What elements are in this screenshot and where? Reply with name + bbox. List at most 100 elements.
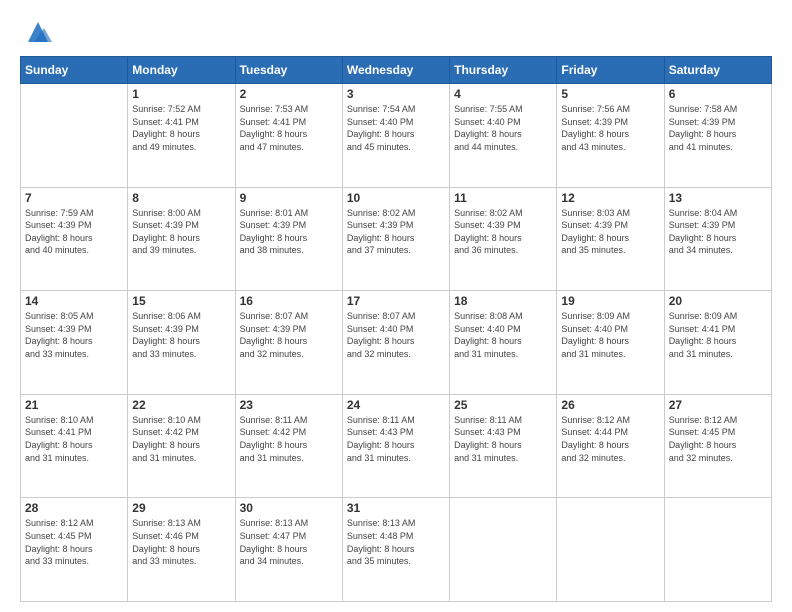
weekday-header-monday: Monday (128, 57, 235, 84)
day-info: Sunrise: 8:08 AM Sunset: 4:40 PM Dayligh… (454, 310, 552, 360)
day-number: 12 (561, 191, 659, 205)
day-number: 6 (669, 87, 767, 101)
calendar-table: SundayMondayTuesdayWednesdayThursdayFrid… (20, 56, 772, 602)
weekday-header-row: SundayMondayTuesdayWednesdayThursdayFrid… (21, 57, 772, 84)
day-cell: 26Sunrise: 8:12 AM Sunset: 4:44 PM Dayli… (557, 394, 664, 498)
day-number: 21 (25, 398, 123, 412)
day-number: 8 (132, 191, 230, 205)
day-info: Sunrise: 8:09 AM Sunset: 4:41 PM Dayligh… (669, 310, 767, 360)
day-number: 5 (561, 87, 659, 101)
day-number: 10 (347, 191, 445, 205)
day-number: 24 (347, 398, 445, 412)
day-info: Sunrise: 8:12 AM Sunset: 4:45 PM Dayligh… (25, 517, 123, 567)
day-cell: 19Sunrise: 8:09 AM Sunset: 4:40 PM Dayli… (557, 291, 664, 395)
day-cell: 9 Sunrise: 8:01 AM Sunset: 4:39 PM Daylig… (235, 187, 342, 291)
day-info: Sunrise: 8:07 AM Sunset: 4:39 PM Dayligh… (240, 310, 338, 360)
day-cell: 31 Sunrise: 8:13 AM Sunset: 4:48 PM Dayli… (342, 498, 449, 602)
day-info: Sunrise: 8:13 AM Sunset: 4:47 PM Dayligh… (240, 517, 338, 567)
header (20, 18, 772, 46)
day-cell: 22 Sunrise: 8:10 AM Sunset: 4:42 PM Dayli… (128, 394, 235, 498)
day-info: Sunrise: 7:58 AM Sunset: 4:39 PM Dayligh… (669, 103, 767, 153)
day-cell (21, 84, 128, 188)
day-number: 16 (240, 294, 338, 308)
day-info: Sunrise: 7:54 AM Sunset: 4:40 PM Dayligh… (347, 103, 445, 153)
day-cell: 5 Sunrise: 7:56 AM Sunset: 4:39 PM Daylig… (557, 84, 664, 188)
day-cell: 3 Sunrise: 7:54 AM Sunset: 4:40 PM Daylig… (342, 84, 449, 188)
day-cell: 2Sunrise: 7:53 AM Sunset: 4:41 PM Daylig… (235, 84, 342, 188)
day-info: Sunrise: 7:59 AM Sunset: 4:39 PM Dayligh… (25, 207, 123, 257)
day-number: 28 (25, 501, 123, 515)
day-cell: 29Sunrise: 8:13 AM Sunset: 4:46 PM Dayli… (128, 498, 235, 602)
week-row-4: 21 Sunrise: 8:10 AM Sunset: 4:41 PM Dayli… (21, 394, 772, 498)
day-info: Sunrise: 7:55 AM Sunset: 4:40 PM Dayligh… (454, 103, 552, 153)
day-number: 15 (132, 294, 230, 308)
day-info: Sunrise: 8:12 AM Sunset: 4:45 PM Dayligh… (669, 414, 767, 464)
day-number: 9 (240, 191, 338, 205)
day-cell (557, 498, 664, 602)
day-info: Sunrise: 7:56 AM Sunset: 4:39 PM Dayligh… (561, 103, 659, 153)
weekday-header-friday: Friday (557, 57, 664, 84)
day-info: Sunrise: 8:05 AM Sunset: 4:39 PM Dayligh… (25, 310, 123, 360)
day-cell: 1Sunrise: 7:52 AM Sunset: 4:41 PM Daylig… (128, 84, 235, 188)
day-cell: 12Sunrise: 8:03 AM Sunset: 4:39 PM Dayli… (557, 187, 664, 291)
day-number: 3 (347, 87, 445, 101)
weekday-header-saturday: Saturday (664, 57, 771, 84)
day-number: 1 (132, 87, 230, 101)
day-info: Sunrise: 8:06 AM Sunset: 4:39 PM Dayligh… (132, 310, 230, 360)
day-number: 14 (25, 294, 123, 308)
weekday-header-thursday: Thursday (450, 57, 557, 84)
week-row-2: 7Sunrise: 7:59 AM Sunset: 4:39 PM Daylig… (21, 187, 772, 291)
page: SundayMondayTuesdayWednesdayThursdayFrid… (0, 0, 792, 612)
day-info: Sunrise: 8:07 AM Sunset: 4:40 PM Dayligh… (347, 310, 445, 360)
day-info: Sunrise: 7:53 AM Sunset: 4:41 PM Dayligh… (240, 103, 338, 153)
day-number: 22 (132, 398, 230, 412)
day-cell: 25Sunrise: 8:11 AM Sunset: 4:43 PM Dayli… (450, 394, 557, 498)
day-info: Sunrise: 8:13 AM Sunset: 4:48 PM Dayligh… (347, 517, 445, 567)
day-number: 18 (454, 294, 552, 308)
logo-icon (24, 18, 52, 46)
week-row-5: 28 Sunrise: 8:12 AM Sunset: 4:45 PM Dayli… (21, 498, 772, 602)
day-number: 29 (132, 501, 230, 515)
day-number: 11 (454, 191, 552, 205)
day-info: Sunrise: 8:02 AM Sunset: 4:39 PM Dayligh… (454, 207, 552, 257)
day-number: 26 (561, 398, 659, 412)
day-cell: 6 Sunrise: 7:58 AM Sunset: 4:39 PM Daylig… (664, 84, 771, 188)
day-cell (664, 498, 771, 602)
day-number: 31 (347, 501, 445, 515)
day-cell: 24 Sunrise: 8:11 AM Sunset: 4:43 PM Dayli… (342, 394, 449, 498)
day-info: Sunrise: 8:09 AM Sunset: 4:40 PM Dayligh… (561, 310, 659, 360)
day-cell: 23Sunrise: 8:11 AM Sunset: 4:42 PM Dayli… (235, 394, 342, 498)
day-number: 4 (454, 87, 552, 101)
day-cell: 8 Sunrise: 8:00 AM Sunset: 4:39 PM Daylig… (128, 187, 235, 291)
day-number: 17 (347, 294, 445, 308)
day-cell: 20 Sunrise: 8:09 AM Sunset: 4:41 PM Dayli… (664, 291, 771, 395)
day-info: Sunrise: 8:01 AM Sunset: 4:39 PM Dayligh… (240, 207, 338, 257)
day-cell (450, 498, 557, 602)
day-cell: 13Sunrise: 8:04 AM Sunset: 4:39 PM Dayli… (664, 187, 771, 291)
weekday-header-wednesday: Wednesday (342, 57, 449, 84)
day-cell: 4 Sunrise: 7:55 AM Sunset: 4:40 PM Daylig… (450, 84, 557, 188)
day-cell: 10 Sunrise: 8:02 AM Sunset: 4:39 PM Dayli… (342, 187, 449, 291)
day-info: Sunrise: 8:10 AM Sunset: 4:41 PM Dayligh… (25, 414, 123, 464)
day-cell: 7Sunrise: 7:59 AM Sunset: 4:39 PM Daylig… (21, 187, 128, 291)
day-cell: 15 Sunrise: 8:06 AM Sunset: 4:39 PM Dayli… (128, 291, 235, 395)
day-info: Sunrise: 8:11 AM Sunset: 4:43 PM Dayligh… (347, 414, 445, 464)
logo (20, 18, 52, 46)
day-cell: 16 Sunrise: 8:07 AM Sunset: 4:39 PM Dayli… (235, 291, 342, 395)
day-info: Sunrise: 8:00 AM Sunset: 4:39 PM Dayligh… (132, 207, 230, 257)
day-cell: 21 Sunrise: 8:10 AM Sunset: 4:41 PM Dayli… (21, 394, 128, 498)
weekday-header-tuesday: Tuesday (235, 57, 342, 84)
day-number: 20 (669, 294, 767, 308)
week-row-3: 14 Sunrise: 8:05 AM Sunset: 4:39 PM Dayli… (21, 291, 772, 395)
day-cell: 28 Sunrise: 8:12 AM Sunset: 4:45 PM Dayli… (21, 498, 128, 602)
day-info: Sunrise: 8:02 AM Sunset: 4:39 PM Dayligh… (347, 207, 445, 257)
week-row-1: 1Sunrise: 7:52 AM Sunset: 4:41 PM Daylig… (21, 84, 772, 188)
day-cell: 17 Sunrise: 8:07 AM Sunset: 4:40 PM Dayli… (342, 291, 449, 395)
day-number: 25 (454, 398, 552, 412)
day-cell: 30Sunrise: 8:13 AM Sunset: 4:47 PM Dayli… (235, 498, 342, 602)
day-info: Sunrise: 8:04 AM Sunset: 4:39 PM Dayligh… (669, 207, 767, 257)
day-number: 27 (669, 398, 767, 412)
day-cell: 27 Sunrise: 8:12 AM Sunset: 4:45 PM Dayli… (664, 394, 771, 498)
day-number: 23 (240, 398, 338, 412)
day-info: Sunrise: 8:10 AM Sunset: 4:42 PM Dayligh… (132, 414, 230, 464)
